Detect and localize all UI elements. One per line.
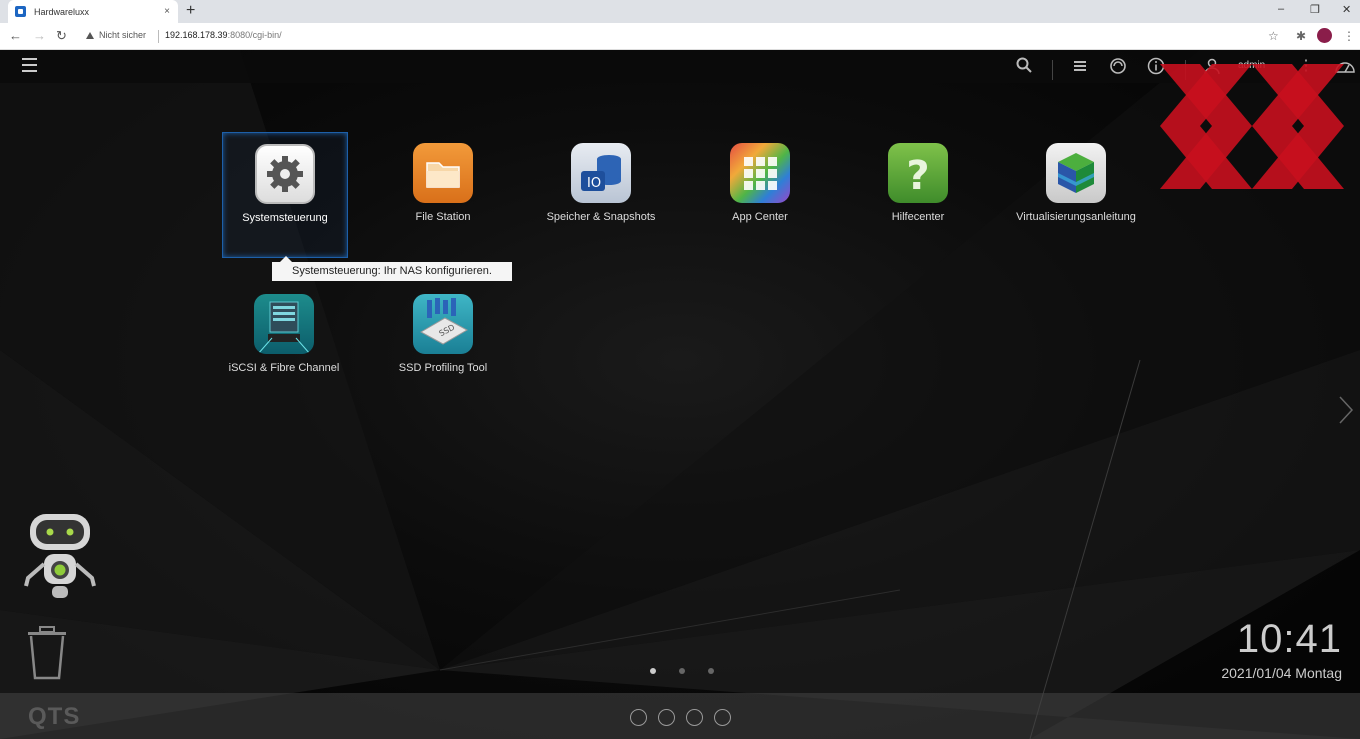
topbar-separator [1052, 60, 1053, 80]
qnap-favicon-icon [15, 6, 26, 17]
chrome-menu-icon[interactable]: ⋮ [1343, 29, 1355, 43]
app-speicher-snapshots[interactable]: IO Speicher & Snapshots [539, 132, 663, 256]
url-path: :8080/cgi-bin/ [227, 30, 282, 40]
qts-topbar: admin ⋮ [0, 50, 1360, 83]
url-host: 192.168.178.39 [165, 30, 228, 40]
trash-icon[interactable] [26, 626, 68, 680]
extensions-icon[interactable]: ✱ [1296, 29, 1306, 43]
svg-text:IO: IO [587, 176, 601, 191]
tab-title: Hardwareluxx [34, 6, 90, 17]
sync-icon[interactable] [1109, 57, 1127, 75]
helpdesk-robot-icon[interactable] [22, 512, 98, 602]
page-dot[interactable] [650, 668, 656, 674]
next-page-chevron-icon[interactable] [1338, 395, 1354, 425]
server-icon [254, 294, 314, 354]
window-close-button[interactable]: ✕ [1342, 3, 1351, 16]
clock-time: 10:41 [1236, 617, 1342, 661]
ssd-icon: SSD [413, 294, 473, 354]
browser-tab[interactable]: Hardwareluxx × [8, 0, 178, 23]
forward-icon[interactable]: → [33, 28, 46, 44]
question-icon: ? [888, 143, 948, 203]
app-label: iSCSI & Fibre Channel [228, 362, 340, 374]
stack-icon[interactable] [1071, 57, 1089, 75]
storage-icon: IO [571, 143, 631, 203]
app-hilfecenter[interactable]: ? Hilfecenter [856, 132, 980, 256]
security-indicator[interactable]: Nicht sicher [86, 30, 146, 40]
url-input[interactable]: 192.168.178.39:8080/cgi-bin/ [165, 30, 282, 40]
url-separator [158, 30, 159, 43]
hardwareluxx-logo [1160, 64, 1344, 189]
security-label: Nicht sicher [99, 30, 147, 40]
grid-icon [730, 143, 790, 203]
gear-icon [255, 144, 315, 204]
warning-icon [86, 31, 94, 39]
tab-close-icon[interactable]: × [160, 6, 174, 17]
page-dot[interactable] [708, 668, 714, 674]
app-label: SSD Profiling Tool [398, 362, 488, 374]
page-dot[interactable] [679, 668, 685, 674]
app-systemsteuerung[interactable]: Systemsteuerung [222, 132, 348, 258]
app-virtualisierungsanleitung[interactable]: Virtualisierungsanleitung [1014, 132, 1138, 256]
window-restore-button[interactable]: ❐ [1310, 3, 1320, 16]
app-ssd-profiling-tool[interactable]: SSD SSD Profiling Tool [381, 283, 505, 407]
app-app-center[interactable]: App Center [698, 132, 822, 256]
browser-tabstrip: Hardwareluxx × + – ❐ ✕ [0, 0, 1360, 23]
app-file-station[interactable]: File Station [381, 132, 505, 256]
tools-icon[interactable] [658, 709, 675, 726]
qts-desktop: admin ⋮ [0, 50, 1360, 739]
browser-toolbar: ← → ↻ Nicht sicher 192.168.178.39:8080/c… [0, 23, 1360, 50]
app-iscsi-fibre-channel[interactable]: iSCSI & Fibre Channel [222, 283, 346, 407]
clock-date: 2021/01/04 Montag [1221, 665, 1342, 681]
cube-icon [1046, 143, 1106, 203]
app-label: Systemsteuerung [242, 212, 328, 224]
app-label: Virtualisierungsanleitung [1016, 211, 1136, 223]
app-label: File Station [415, 211, 471, 223]
new-tab-button[interactable]: + [186, 2, 195, 20]
background-graphic [0, 50, 1360, 739]
notes-icon[interactable] [714, 709, 731, 726]
profile-avatar[interactable] [1317, 28, 1332, 43]
qts-taskbar: QTS [0, 693, 1360, 739]
app-label: Speicher & Snapshots [546, 211, 656, 223]
folder-icon [413, 143, 473, 203]
app-tooltip: Systemsteuerung: Ihr NAS konfigurieren. [272, 256, 512, 281]
window-minimize-button[interactable]: – [1278, 3, 1284, 15]
menu-icon[interactable] [22, 58, 37, 76]
svg-text:?: ? [906, 153, 929, 199]
app-label: App Center [732, 211, 788, 223]
qts-brand: QTS [28, 703, 81, 730]
back-icon[interactable]: ← [9, 28, 22, 44]
columns-icon[interactable] [686, 709, 703, 726]
app-label: Hilfecenter [891, 211, 945, 223]
search-icon[interactable] [1015, 57, 1033, 75]
cloud-icon[interactable] [630, 709, 647, 726]
reload-icon[interactable]: ↻ [56, 28, 67, 44]
bookmark-star-icon[interactable]: ☆ [1268, 29, 1279, 43]
